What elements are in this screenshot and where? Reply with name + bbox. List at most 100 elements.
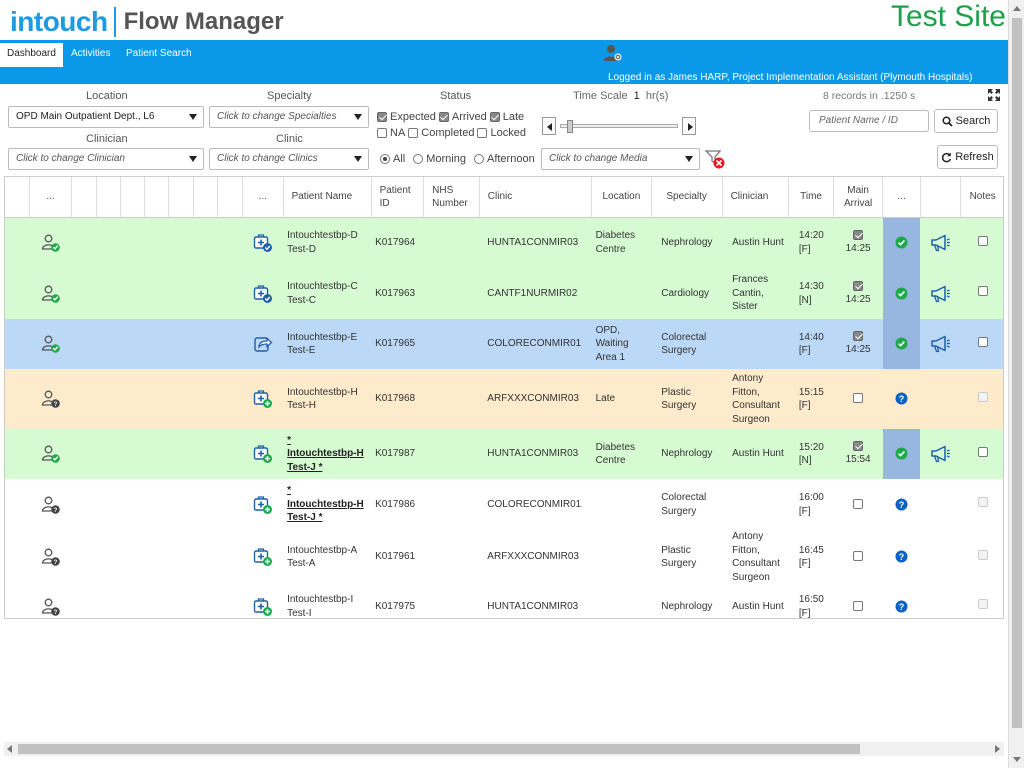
arrival-checkbox[interactable] xyxy=(853,441,864,452)
tab-patient-search[interactable]: Patient Search xyxy=(119,43,199,67)
share-icon[interactable] xyxy=(253,334,273,354)
refresh-button[interactable]: Refresh xyxy=(937,145,998,169)
status-check-icon[interactable] xyxy=(895,287,908,300)
status-check-icon[interactable] xyxy=(895,447,908,460)
medkit-plus-icon[interactable] xyxy=(253,597,273,617)
location-select[interactable]: OPD Main Outpatient Dept., L6 xyxy=(8,106,204,128)
medkit-plus-icon[interactable] xyxy=(253,547,273,567)
search-button[interactable]: Search xyxy=(934,109,998,133)
col-clinic[interactable]: Clinic xyxy=(479,177,593,218)
status-check-icon[interactable] xyxy=(895,236,908,249)
col-notes[interactable]: Notes xyxy=(960,177,1003,218)
tab-dashboard[interactable]: Dashboard xyxy=(0,43,63,67)
table-row[interactable]: ? * Intouchtestbp-H Test-J * K017986 COLORE… xyxy=(5,479,1003,530)
status-question-icon[interactable]: ? xyxy=(895,498,908,511)
specialty-select[interactable]: Click to change Specialties xyxy=(209,106,369,128)
megaphone-icon[interactable] xyxy=(930,445,952,463)
patient-name-link[interactable]: Intouchtestbp-H Test-J * xyxy=(287,498,367,525)
clinic-select[interactable]: Click to change Clinics xyxy=(209,148,369,170)
notes-checkbox[interactable] xyxy=(977,446,988,457)
arrival-checkbox[interactable] xyxy=(853,551,864,561)
table-row[interactable]: Intouchtestbp-D Test-D K017964 HUNTA1CONMI… xyxy=(5,217,1003,268)
locked-checkbox[interactable] xyxy=(477,128,488,138)
scroll-down-icon[interactable] xyxy=(1013,757,1021,762)
scroll-right-icon[interactable] xyxy=(995,745,1000,753)
table-row[interactable]: Intouchtestbp-C Test-C K017963 CANTF1NURMI… xyxy=(5,268,1003,319)
arrival-checkbox[interactable] xyxy=(853,498,864,509)
arrival-checkbox[interactable] xyxy=(853,600,864,611)
person-arrived-icon[interactable] xyxy=(41,233,61,253)
medkit-plus-icon[interactable] xyxy=(253,444,273,464)
slider-left-arrow-icon[interactable] xyxy=(542,117,556,135)
medkit-plus-icon[interactable] xyxy=(253,389,273,409)
expected-checkbox[interactable] xyxy=(377,112,387,122)
na-checkbox[interactable] xyxy=(377,128,387,138)
morning-radio[interactable] xyxy=(413,154,424,164)
notes-checkbox[interactable] xyxy=(977,336,988,347)
table-row[interactable]: ? Intouchtestbp-A Test-A K017961 ARFXXXCON… xyxy=(5,530,1003,584)
medkit-plus-icon[interactable] xyxy=(253,495,273,515)
arrived-checkbox[interactable] xyxy=(438,112,449,122)
vertical-scroll-thumb[interactable] xyxy=(1012,18,1022,728)
col-patient-id[interactable]: Patient ID xyxy=(371,177,425,218)
col-clinician[interactable]: Clinician xyxy=(722,177,790,218)
status-question-icon[interactable]: ? xyxy=(895,392,908,405)
patient-name-link[interactable]: Intouchtestbp-H Test-J * xyxy=(287,447,367,474)
col-time[interactable]: Time xyxy=(788,177,834,218)
person-unknown-icon[interactable]: ? xyxy=(41,495,61,515)
status-question-icon[interactable]: ? xyxy=(895,550,908,563)
vertical-scrollbar[interactable] xyxy=(1008,0,1024,768)
megaphone-icon[interactable] xyxy=(930,234,952,252)
arrival-checkbox[interactable] xyxy=(853,230,864,240)
patient-name-prefix[interactable]: * xyxy=(287,484,367,498)
person-unknown-icon[interactable]: ? xyxy=(41,547,61,567)
expand-icon[interactable] xyxy=(988,89,1000,101)
person-arrived-icon[interactable] xyxy=(41,444,61,464)
notes-checkbox[interactable] xyxy=(977,286,988,297)
patient-name-prefix[interactable]: * xyxy=(287,434,367,448)
table-row[interactable]: Intouchtestbp-E Test-E K017965 COLORECONMI… xyxy=(5,319,1003,369)
col-main-arrival[interactable]: Main Arrival xyxy=(833,177,884,218)
user-settings-icon[interactable] xyxy=(603,43,623,63)
medkit-check-icon[interactable] xyxy=(253,233,273,253)
horizontal-scroll-thumb[interactable] xyxy=(18,744,860,754)
col-person-status[interactable]: ... xyxy=(29,177,73,218)
arrival-checkbox[interactable] xyxy=(853,280,864,291)
slider-track[interactable] xyxy=(560,124,678,128)
arrival-checkbox[interactable] xyxy=(853,331,864,342)
person-unknown-icon[interactable]: ? xyxy=(41,389,61,409)
medkit-check-icon[interactable] xyxy=(253,284,273,304)
person-arrived-icon[interactable] xyxy=(41,284,61,304)
col-patient-name[interactable]: Patient Name xyxy=(283,177,372,218)
notes-checkbox[interactable] xyxy=(977,235,988,246)
timescale-slider[interactable] xyxy=(542,117,696,135)
arrival-checkbox[interactable] xyxy=(853,393,864,403)
scroll-left-icon[interactable] xyxy=(7,745,12,753)
table-row[interactable]: * Intouchtestbp-H Test-J * K017987 HUNTA1CO… xyxy=(5,429,1003,479)
status-check-icon[interactable] xyxy=(895,337,908,350)
tab-activities[interactable]: Activities xyxy=(64,43,117,67)
horizontal-scrollbar[interactable] xyxy=(4,742,1004,756)
clinician-select[interactable]: Click to change Clinician xyxy=(8,148,204,170)
all-radio[interactable] xyxy=(380,154,390,164)
col-status[interactable]: ... xyxy=(882,177,921,218)
afternoon-radio[interactable] xyxy=(473,154,484,164)
patient-search-input[interactable]: Patient Name / ID xyxy=(809,110,929,132)
person-unknown-icon[interactable]: ? xyxy=(41,597,61,617)
col-nhs-number[interactable]: NHS Number xyxy=(423,177,480,218)
table-row[interactable]: ? Intouchtestbp-I Test-I K017975 HUNTA1CON… xyxy=(5,584,1003,618)
col-location[interactable]: Location xyxy=(591,177,652,218)
slider-right-arrow-icon[interactable] xyxy=(682,117,696,135)
megaphone-icon[interactable] xyxy=(930,335,952,353)
completed-checkbox[interactable] xyxy=(408,128,419,138)
person-arrived-icon[interactable] xyxy=(41,334,61,354)
media-select[interactable]: Click to change Media xyxy=(541,148,700,170)
table-row[interactable]: ? Intouchtestbp-H Test-H K017968 ARFXXXCON… xyxy=(5,369,1003,429)
col-specialty[interactable]: Specialty xyxy=(651,177,723,218)
col-action[interactable]: ... xyxy=(242,177,284,218)
slider-thumb[interactable] xyxy=(567,120,573,133)
late-checkbox[interactable] xyxy=(489,112,500,122)
megaphone-icon[interactable] xyxy=(930,285,952,303)
clear-filter-icon[interactable] xyxy=(704,148,726,170)
scroll-up-icon[interactable] xyxy=(1013,6,1021,11)
